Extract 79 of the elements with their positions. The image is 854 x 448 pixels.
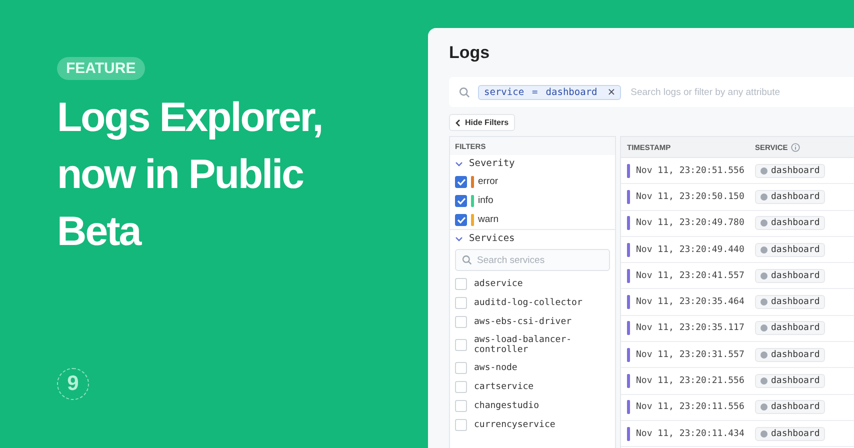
timestamp-cell: Nov 11, 23:20:49.440 <box>636 244 744 255</box>
service-label: currencyservice <box>474 420 556 430</box>
info-icon <box>790 142 800 152</box>
filter-chip[interactable]: service = dashboard × <box>478 84 621 100</box>
hide-filters-button[interactable]: Hide Filters <box>449 114 515 131</box>
filter-group-toggle[interactable]: Severity <box>450 155 615 172</box>
service-icon <box>760 377 768 386</box>
service-icon <box>760 192 768 201</box>
log-level-bar <box>627 400 630 414</box>
service-icon <box>760 246 768 254</box>
headline: Logs Explorer, now in Public Beta <box>57 93 324 256</box>
checkbox[interactable] <box>455 214 467 226</box>
chevron-icon <box>455 236 463 242</box>
log-level-bar <box>627 374 630 388</box>
search-input[interactable]: Search logs or filter by any attribute <box>628 86 854 98</box>
chip-key: service <box>484 86 524 98</box>
service-icon <box>760 430 768 438</box>
service-tag: dashboard <box>755 216 825 230</box>
timestamp-cell: Nov 11, 23:20:50.150 <box>636 192 744 202</box>
feature-badge: FEATURE <box>57 57 145 80</box>
service-label: cartservice <box>474 382 535 392</box>
service-tag: dashboard <box>755 400 825 414</box>
checkbox[interactable] <box>455 194 467 206</box>
service-tag: dashboard <box>755 321 825 336</box>
log-level-bar <box>627 321 630 336</box>
service-label: aws-load-balancer-controller <box>474 334 573 354</box>
logo: 9 <box>57 368 89 400</box>
severity-label: info <box>478 195 494 206</box>
timestamp-cell: Nov 11, 23:20:41.557 <box>636 270 744 281</box>
service-search-field[interactable]: Search services <box>455 249 610 271</box>
timestamp-cell: Nov 11, 23:20:11.434 <box>636 428 744 439</box>
log-level-bar <box>627 426 630 441</box>
service-label: adservice <box>474 278 524 288</box>
service-icon <box>760 403 768 412</box>
service-tag: dashboard <box>755 374 825 388</box>
search-icon <box>462 255 472 265</box>
search-bar[interactable]: service = dashboard × Search logs or filter by any attribute <box>449 77 854 107</box>
timestamp-cell: Nov 11, 23:20:21.556 <box>636 376 744 386</box>
service-label: changestudio <box>474 400 540 410</box>
service-tag: dashboard <box>755 190 825 204</box>
remove-filter-button[interactable]: × <box>605 86 616 98</box>
log-level-bar <box>627 268 630 283</box>
service-label: aws-node <box>474 362 518 372</box>
service-tag: dashboard <box>755 268 825 283</box>
chip-operator: = <box>532 86 538 98</box>
page-title: Logs <box>449 43 491 63</box>
service-tag: dashboard <box>755 348 825 362</box>
timestamp-cell: Nov 11, 23:20:11.556 <box>636 402 744 412</box>
log-level-bar <box>627 242 630 257</box>
service-tag: dashboard <box>755 242 825 257</box>
service-icon <box>760 324 768 332</box>
timestamp-cell: Nov 11, 23:20:51.556 <box>636 166 744 176</box>
timestamp-cell: Nov 11, 23:20:49.780 <box>636 218 744 228</box>
log-level-bar <box>627 190 630 204</box>
service-label: auditd-log-collector <box>474 298 584 308</box>
chevron-icon <box>455 160 463 166</box>
service-tag: dashboard <box>755 426 825 441</box>
log-level-bar <box>627 216 630 230</box>
search-icon <box>459 86 470 98</box>
service-icon <box>760 272 768 280</box>
service-tag: dashboard <box>755 295 825 310</box>
service-label: aws-ebs-csi-driver <box>474 316 573 326</box>
filter-group-toggle[interactable]: Services <box>450 229 615 247</box>
log-level-bar <box>627 295 630 310</box>
service-tag: dashboard <box>755 164 825 178</box>
checkbox[interactable] <box>455 176 467 188</box>
chevron-left-icon <box>455 118 461 126</box>
service-icon <box>760 298 768 306</box>
timestamp-cell: Nov 11, 23:20:31.557 <box>636 350 744 360</box>
log-level-bar <box>627 164 630 178</box>
timestamp-cell: Nov 11, 23:20:35.464 <box>636 297 744 308</box>
service-icon <box>760 350 768 359</box>
log-level-bar <box>627 348 630 362</box>
service-icon <box>760 166 768 175</box>
severity-label: warn <box>478 214 499 225</box>
timestamp-cell: Nov 11, 23:20:35.117 <box>636 323 744 334</box>
chip-value: dashboard <box>546 86 598 98</box>
service-icon <box>760 219 768 228</box>
severity-label: error <box>478 176 498 187</box>
